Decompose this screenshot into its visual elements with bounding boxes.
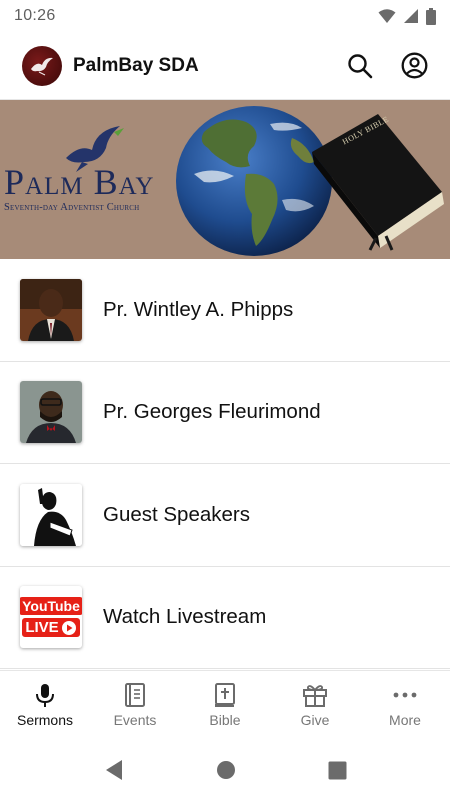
status-icons (378, 7, 436, 25)
dove-logo-icon (31, 57, 53, 75)
nav-item-give[interactable]: Give (270, 671, 360, 740)
speaker-thumbnail (20, 381, 82, 444)
nav-item-events[interactable]: Events (90, 671, 180, 740)
list-item-label: Pr. Georges Fleurimond (103, 400, 321, 424)
banner-church-subtitle: Seventh-day Adventist Church (4, 202, 140, 213)
status-time: 10:26 (14, 7, 56, 24)
nav-item-bible[interactable]: Bible (180, 671, 270, 740)
wifi-icon (378, 9, 396, 23)
app-bar: PalmBay SDA (0, 32, 450, 100)
search-icon (348, 53, 373, 78)
calendar-book-icon (125, 683, 145, 707)
list-item-label: Pr. Wintley A. Phipps (103, 297, 294, 321)
nav-label: More (389, 712, 421, 728)
sermon-list: Pr. Wintley A. Phipps Pr. Georges Fleuri… (0, 259, 450, 669)
list-item-label: Guest Speakers (103, 502, 250, 526)
nav-label: Bible (209, 712, 241, 728)
list-item[interactable]: Guest Speakers (0, 464, 450, 567)
youtube-wordmark: YouTube (20, 597, 82, 616)
nav-label: Give (300, 712, 330, 728)
list-item[interactable]: YouTube LIVE Watch Livestream (0, 567, 450, 669)
home-icon[interactable] (216, 760, 236, 780)
app-title: PalmBay SDA (73, 54, 199, 76)
cellular-signal-icon (404, 9, 418, 23)
app-actions (346, 52, 428, 80)
search-button[interactable] (346, 52, 374, 80)
live-badge: LIVE (22, 618, 80, 638)
nav-item-more[interactable]: More (360, 671, 450, 740)
system-navigation-bar (0, 740, 450, 800)
list-item[interactable]: Pr. Georges Fleurimond (0, 362, 450, 464)
more-dots-icon (393, 692, 417, 698)
church-logo (22, 45, 62, 86)
back-icon[interactable] (104, 759, 124, 781)
nav-label: Sermons (16, 712, 74, 728)
person-portrait-icon (20, 381, 82, 444)
live-text: LIVE (25, 619, 59, 637)
recents-icon[interactable] (328, 761, 347, 780)
youtube-logo: YouTube (20, 597, 82, 616)
battery-icon (426, 7, 436, 25)
speaker-silhouette-icon (20, 483, 82, 546)
microphone-icon (36, 684, 54, 707)
banner-text: Palm Bay Seventh-day Adventist Church (4, 164, 154, 213)
livestream-thumbnail: YouTube LIVE (20, 586, 82, 649)
bible-icon (215, 683, 235, 707)
list-item[interactable]: Pr. Wintley A. Phipps (0, 259, 450, 362)
church-banner: Palm Bay Seventh-day Adventist Church HO… (0, 100, 450, 259)
list-item-label: Watch Livestream (103, 605, 267, 629)
gift-icon (303, 685, 327, 707)
status-bar: 10:26 (0, 0, 450, 32)
speaker-thumbnail (20, 483, 82, 546)
bible-book-image (312, 114, 444, 251)
account-circle-icon (401, 52, 427, 79)
banner-church-name: Palm Bay (4, 162, 155, 202)
nav-label: Events (113, 712, 157, 728)
person-portrait-icon (20, 278, 82, 341)
play-circle-icon (61, 620, 76, 635)
bottom-navigation: Sermons Events Bible Give More (0, 670, 450, 740)
nav-item-sermons[interactable]: Sermons (0, 671, 90, 740)
speaker-thumbnail (20, 278, 82, 341)
account-button[interactable] (400, 52, 428, 80)
